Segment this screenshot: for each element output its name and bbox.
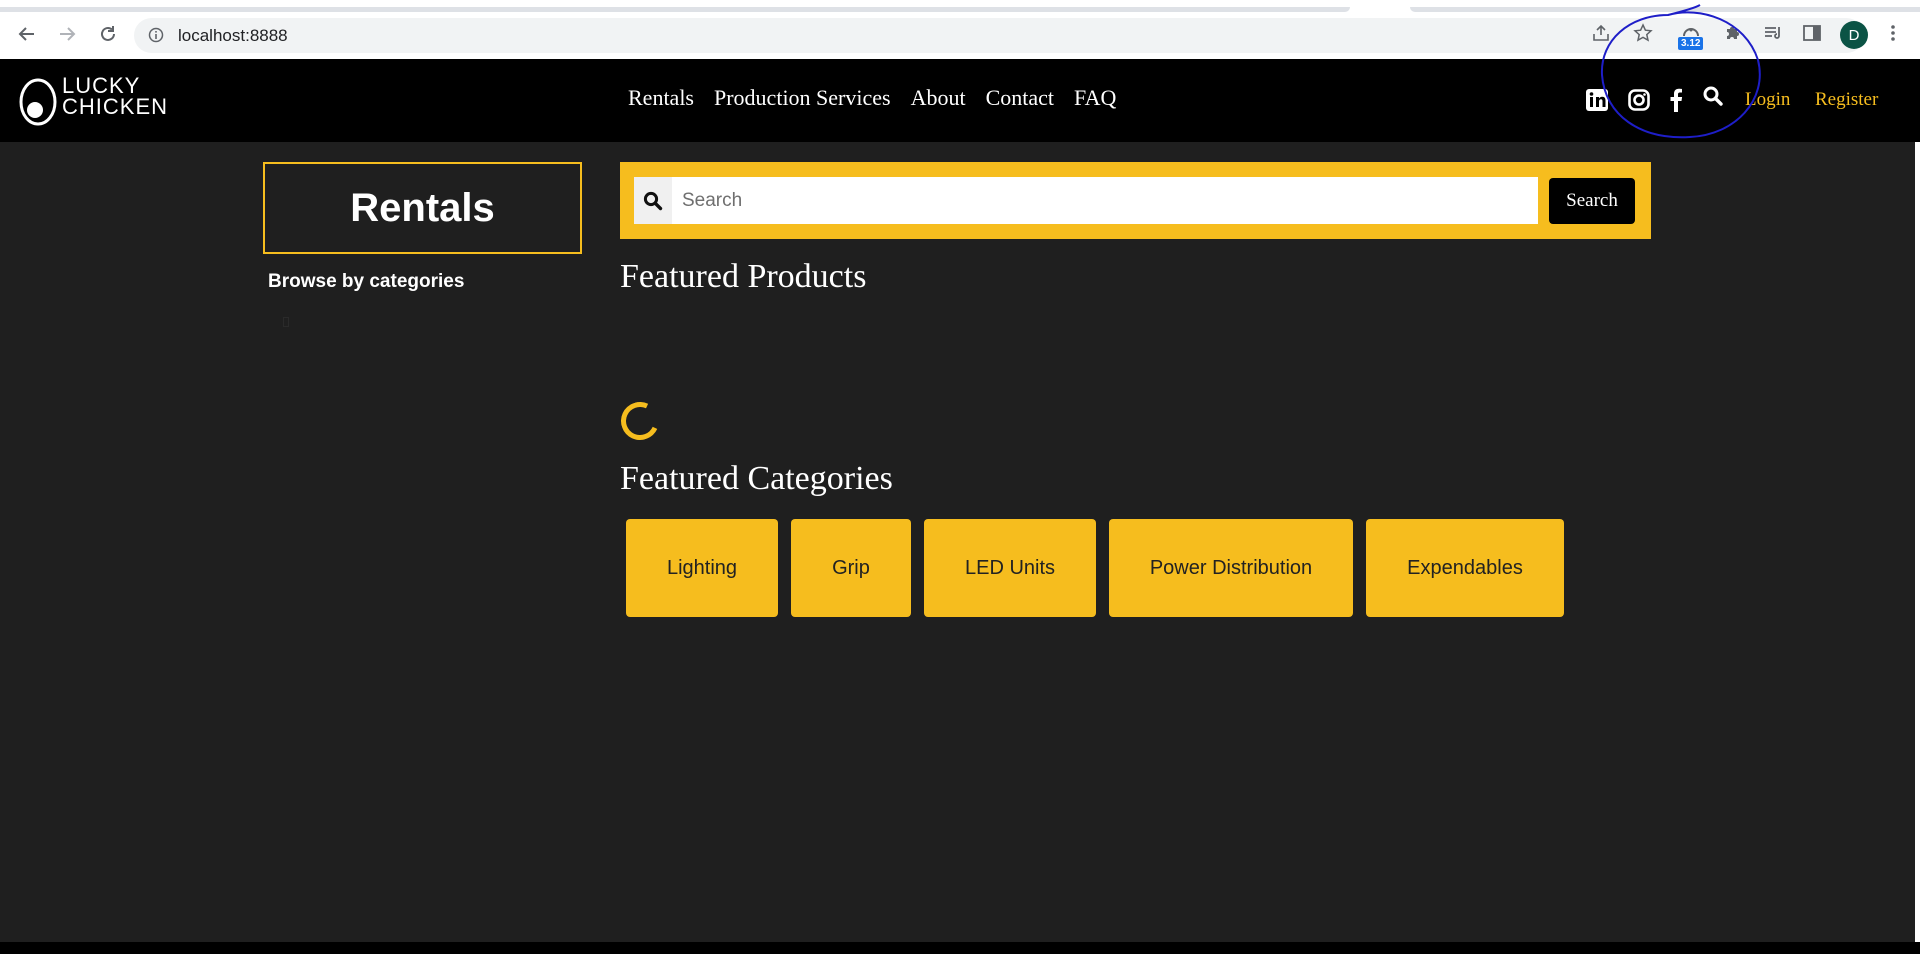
lucky-chicken-logo[interactable]: LUCKY CHICKEN [18,73,167,129]
egg-logo-icon [19,78,57,126]
category-card-expendables[interactable]: Expendables [1366,519,1564,617]
instagram-icon[interactable] [1626,87,1652,113]
facebook-icon[interactable] [1663,87,1689,113]
browser-toolbar: localhost:8888 3.12 D [0,12,1920,59]
reload-icon[interactable] [94,20,122,48]
featured-categories-list: Lighting Grip LED Units Power Distributi… [626,519,1564,617]
logo-line-1: LUCKY [62,73,141,98]
category-list-placeholder [283,317,289,327]
site-header: LUCKY CHICKEN Rentals Production Service… [0,59,1920,142]
search-button[interactable]: Search [1549,178,1635,224]
reading-list-icon[interactable] [1760,20,1786,46]
linkedin-icon[interactable] [1584,87,1610,113]
site-info-icon[interactable] [148,27,164,48]
search-icon [634,177,672,224]
login-link[interactable]: Login [1745,89,1790,111]
url-text[interactable]: localhost:8888 [178,26,288,46]
main-nav: Rentals Production Services About Contac… [628,85,1116,111]
side-panel-icon[interactable] [1799,20,1825,46]
nav-rentals[interactable]: Rentals [628,85,694,111]
scrollbar-track[interactable] [1915,142,1920,942]
category-card-lighting[interactable]: Lighting [626,519,778,617]
nav-about[interactable]: About [911,85,966,111]
category-card-led-units[interactable]: LED Units [924,519,1096,617]
browse-by-categories-heading: Browse by categories [268,271,465,292]
category-card-grip[interactable]: Grip [791,519,911,617]
forward-icon[interactable] [53,20,81,48]
page-footer-edge [0,942,1920,954]
page-title: Rentals [350,185,495,230]
category-card-power-distribution[interactable]: Power Distribution [1109,519,1353,617]
nav-contact[interactable]: Contact [986,85,1054,111]
nav-production-services[interactable]: Production Services [714,85,891,111]
register-link[interactable]: Register [1815,89,1878,111]
logo-text: LUCKY CHICKEN [62,73,169,119]
rentals-title-box: Rentals [263,162,582,254]
share-icon[interactable] [1588,20,1614,46]
search-bar: Search [620,162,1651,239]
browser-menu-icon[interactable] [1880,20,1906,46]
tab-strip [0,0,1920,12]
profile-avatar[interactable]: D [1840,21,1868,49]
logo-line-2: CHICKEN [62,94,169,119]
featured-products-heading: Featured Products [620,258,867,295]
search-field [634,177,1538,224]
bookmark-star-icon[interactable] [1630,20,1656,46]
nav-faq[interactable]: FAQ [1074,85,1116,111]
site-search-icon[interactable] [1700,83,1726,109]
search-input[interactable] [672,177,1538,224]
featured-categories-heading: Featured Categories [620,460,893,497]
extension-badge: 3.12 [1678,37,1704,50]
back-icon[interactable] [13,20,41,48]
extensions-puzzle-icon[interactable] [1720,20,1746,46]
